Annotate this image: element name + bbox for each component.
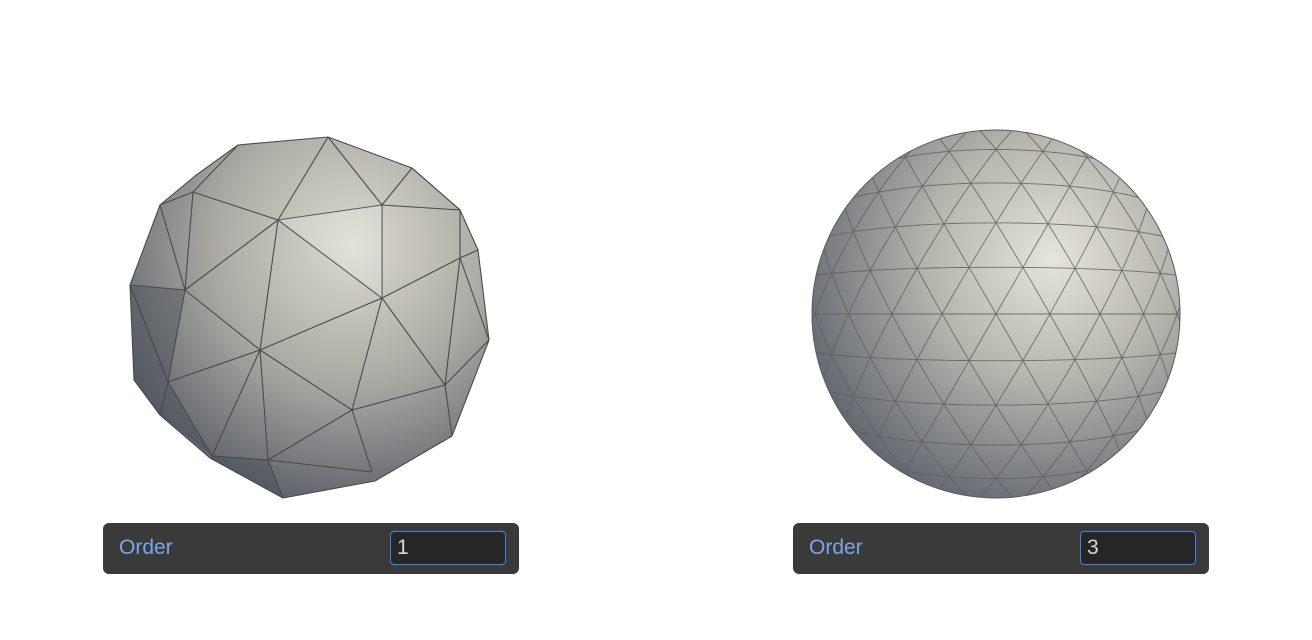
- order-label: Order: [809, 536, 863, 559]
- order-input[interactable]: [390, 531, 506, 565]
- icosphere-mesh-high: [811, 129, 1181, 499]
- icosphere-viewport-order-1[interactable]: [100, 110, 520, 510]
- order-label: Order: [119, 536, 173, 559]
- order-parameter-bar-right: Order: [793, 523, 1209, 574]
- icosphere-mesh-low: [129, 136, 490, 499]
- page: Order Order: [0, 0, 1312, 640]
- icosphere-viewport-order-3[interactable]: [790, 110, 1210, 510]
- order-parameter-bar-left: Order: [103, 523, 519, 574]
- order-input[interactable]: [1080, 531, 1196, 565]
